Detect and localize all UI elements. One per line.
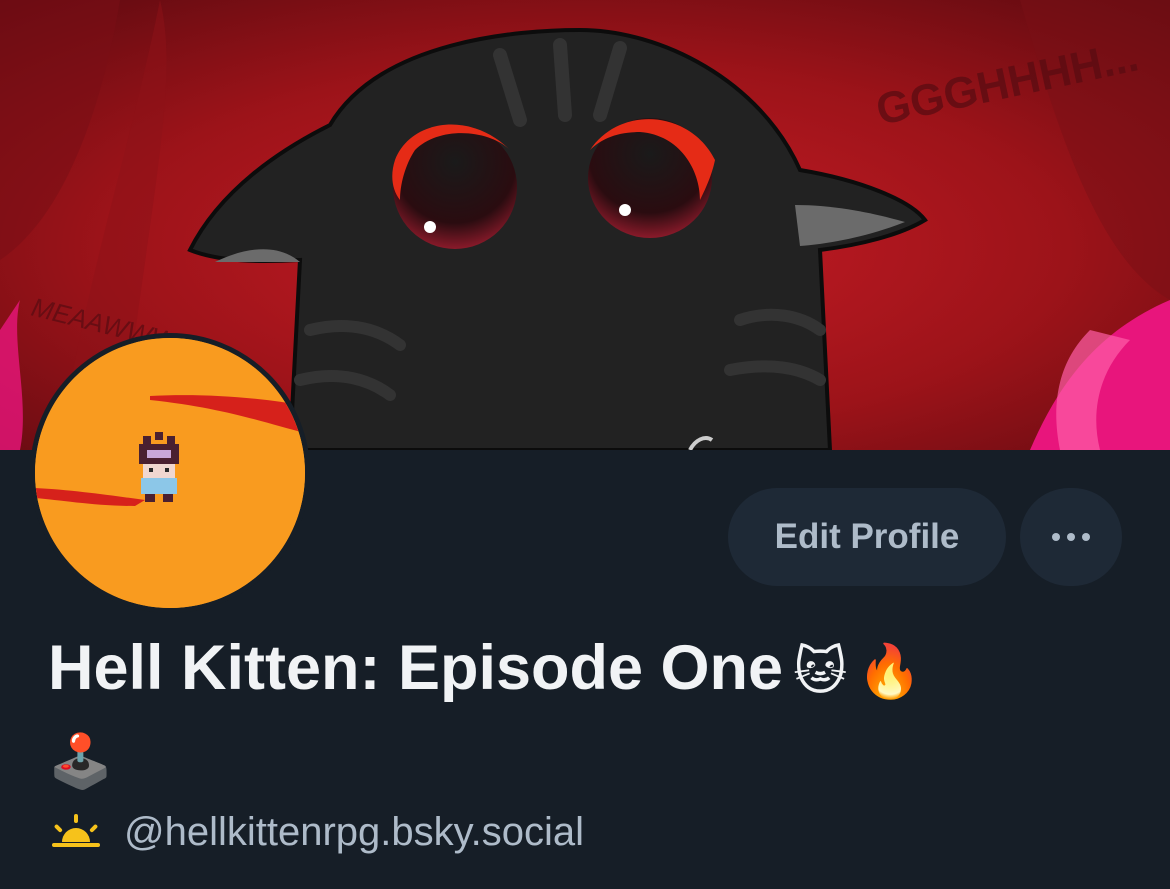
profile-avatar[interactable] xyxy=(30,333,310,613)
profile-actions: Edit Profile xyxy=(728,488,1122,586)
profile-handle[interactable]: @hellkittenrpg.bsky.social xyxy=(124,810,584,855)
profile-display-name: Hell Kitten: Episode One 🐱 🔥 🕹️ xyxy=(48,628,1128,802)
edit-profile-button[interactable]: Edit Profile xyxy=(728,488,1006,586)
handle-row: @hellkittenrpg.bsky.social xyxy=(48,810,584,855)
sunrise-icon xyxy=(48,812,104,853)
more-horizontal-icon xyxy=(1052,533,1090,541)
cat-emoji: 🐱 xyxy=(793,642,848,702)
more-options-button[interactable] xyxy=(1020,488,1122,586)
avatar-image xyxy=(35,338,305,608)
display-name-text: Hell Kitten: Episode One xyxy=(48,633,784,703)
joystick-emoji: 🕹️ xyxy=(48,732,113,792)
fire-emoji: 🔥 xyxy=(857,642,923,702)
